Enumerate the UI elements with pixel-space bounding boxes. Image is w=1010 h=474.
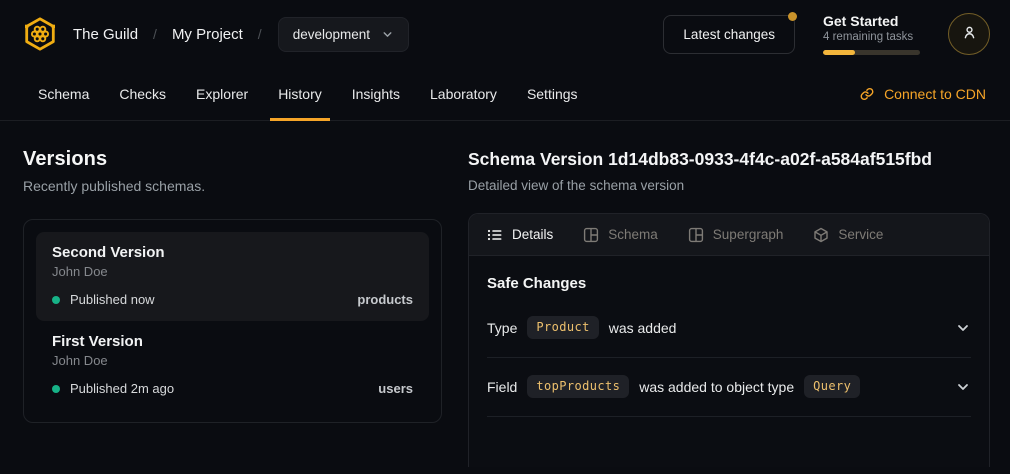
page-tabs: Schema Checks Explorer History Insights … — [38, 68, 578, 120]
user-icon — [960, 23, 979, 45]
link-icon — [859, 86, 875, 102]
breadcrumb-separator: / — [153, 26, 157, 42]
change-code-badge: Product — [527, 316, 598, 339]
get-started-subtitle: 4 remaining tasks — [823, 31, 920, 43]
versions-list: Second Version John Doe Published now pr… — [23, 219, 442, 423]
version-author: John Doe — [52, 353, 413, 368]
detail-tab-label: Service — [838, 227, 883, 242]
published-status-dot — [52, 385, 60, 393]
published-status-dot — [52, 296, 60, 304]
detail-tab-supergraph[interactable]: Supergraph — [688, 227, 784, 243]
get-started-progress — [823, 50, 920, 55]
detail-tab-service[interactable]: Service — [813, 227, 883, 243]
columns-icon — [583, 227, 599, 243]
detail-tab-label: Schema — [608, 227, 658, 242]
version-author: John Doe — [52, 264, 413, 279]
header: The Guild / My Project / development Lat… — [0, 0, 1010, 68]
main-content: Versions Recently published schemas. Sec… — [0, 121, 1010, 467]
list-icon — [487, 227, 503, 243]
get-started-widget[interactable]: Get Started 4 remaining tasks — [823, 13, 920, 55]
version-item-second[interactable]: Second Version John Doe Published now pr… — [36, 232, 429, 321]
header-left: The Guild / My Project / development — [22, 16, 409, 52]
detail-tabs: Details Schema — [469, 214, 989, 256]
version-service-badge: users — [378, 381, 413, 396]
tab-history[interactable]: History — [278, 68, 322, 120]
breadcrumb: The Guild / My Project / development — [73, 17, 409, 52]
hive-logo-icon[interactable] — [22, 16, 58, 52]
change-row-type-added[interactable]: Type Product was added — [487, 299, 971, 358]
tab-insights[interactable]: Insights — [352, 68, 400, 120]
safe-changes-title: Safe Changes — [487, 275, 971, 292]
chevron-down-icon — [955, 379, 971, 395]
detail-tab-label: Details — [512, 227, 553, 242]
version-detail-panel: Details Schema — [468, 213, 990, 467]
target-selector[interactable]: development — [278, 17, 409, 52]
cube-icon — [813, 227, 829, 243]
detail-tab-schema[interactable]: Schema — [583, 227, 658, 243]
columns-icon — [688, 227, 704, 243]
app-root: The Guild / My Project / development Lat… — [0, 0, 1010, 467]
change-suffix: was added — [609, 320, 677, 336]
change-row-field-added[interactable]: Field topProducts was added to object ty… — [487, 358, 971, 417]
version-published: Published now — [70, 292, 155, 307]
chevron-down-icon — [381, 28, 394, 41]
detail-tab-details[interactable]: Details — [487, 227, 553, 243]
latest-changes-button[interactable]: Latest changes — [663, 15, 795, 54]
avatar[interactable] — [948, 13, 990, 55]
breadcrumb-org[interactable]: The Guild — [73, 26, 138, 43]
tab-laboratory[interactable]: Laboratory — [430, 68, 497, 120]
version-item-first[interactable]: First Version John Doe Published 2m ago … — [36, 321, 429, 410]
get-started-title: Get Started — [823, 13, 920, 29]
breadcrumb-project[interactable]: My Project — [172, 26, 243, 43]
breadcrumb-separator: / — [258, 26, 262, 42]
change-prefix: Type — [487, 320, 517, 336]
tab-schema[interactable]: Schema — [38, 68, 89, 120]
detail-tab-label: Supergraph — [713, 227, 784, 242]
version-detail-title: Schema Version 1d14db83-0933-4f4c-a02f-a… — [468, 149, 990, 170]
tab-explorer[interactable]: Explorer — [196, 68, 248, 120]
chevron-down-icon — [955, 320, 971, 336]
version-detail-subtitle: Detailed view of the schema version — [468, 178, 990, 193]
version-published: Published 2m ago — [70, 381, 174, 396]
connect-cdn-label: Connect to CDN — [884, 86, 986, 102]
tab-checks[interactable]: Checks — [119, 68, 166, 120]
version-service-badge: products — [357, 292, 413, 307]
change-code-badge: topProducts — [527, 375, 629, 398]
notification-dot — [788, 12, 797, 21]
connect-cdn-link[interactable]: Connect to CDN — [859, 68, 986, 120]
target-selector-value: development — [293, 27, 370, 42]
tab-settings[interactable]: Settings — [527, 68, 578, 120]
change-prefix: Field — [487, 379, 517, 395]
versions-subtitle: Recently published schemas. — [23, 178, 442, 194]
detail-content: Safe Changes Type Product was added Fiel… — [469, 275, 989, 417]
version-title: First Version — [52, 333, 413, 350]
version-meta: Published now products — [52, 292, 413, 307]
version-detail-column: Schema Version 1d14db83-0933-4f4c-a02f-a… — [468, 148, 990, 467]
page-tabs-bar: Schema Checks Explorer History Insights … — [0, 68, 1010, 121]
get-started-progress-fill — [823, 50, 855, 55]
versions-column: Versions Recently published schemas. Sec… — [23, 148, 442, 467]
change-code-badge: Query — [804, 375, 860, 398]
change-suffix: was added to object type — [639, 379, 794, 395]
version-title: Second Version — [52, 244, 413, 261]
version-meta: Published 2m ago users — [52, 381, 413, 396]
header-right: Latest changes Get Started 4 remaining t… — [663, 13, 990, 55]
versions-title: Versions — [23, 148, 442, 171]
latest-changes-label: Latest changes — [683, 27, 775, 42]
